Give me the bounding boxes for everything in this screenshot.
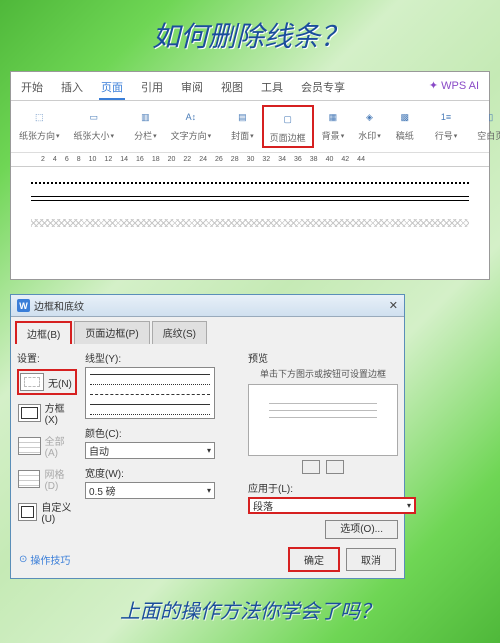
ribbon-tabs: 开始 插入 页面 引用 审阅 视图 工具 会员专享 ✦ WPS AI xyxy=(11,72,489,101)
applyto-select[interactable]: 段落▾ xyxy=(248,497,416,514)
watermark-button[interactable]: ◈水印▾ xyxy=(352,105,387,144)
tab-reference[interactable]: 引用 xyxy=(139,76,165,100)
dialog-tabs: 边框(B) 页面边框(P) 底纹(S) xyxy=(11,317,404,344)
setting-column: 设置: 无(N) 方框(X) 全部(A) 网格(D) 自定义(U) xyxy=(17,350,77,535)
color-select[interactable]: 自动▾ xyxy=(85,442,215,459)
watermark-icon: ◈ xyxy=(359,107,379,127)
background-icon: ▦ xyxy=(323,107,343,127)
blankpage-icon: ▯ xyxy=(481,107,500,127)
tab-border[interactable]: 边框(B) xyxy=(15,321,72,344)
manuscript-button[interactable]: ▩稿纸 xyxy=(389,105,421,144)
wps-window: 开始 插入 页面 引用 审阅 视图 工具 会员专享 ✦ WPS AI ⬚纸张方向… xyxy=(10,71,490,280)
background-button[interactable]: ▦背景▾ xyxy=(316,105,351,144)
preview-column: 预览 单击下方图示或按钮可设置边框 应用于(L): 段落▾ 选项(O)... xyxy=(248,350,398,535)
columns-icon: ▥ xyxy=(135,107,155,127)
dialog-footer: ⊙操作技巧 确定 取消 xyxy=(11,541,404,578)
dotted-line xyxy=(31,182,469,184)
orientation-button[interactable]: ⬚纸张方向▾ xyxy=(13,105,66,144)
papersize-button[interactable]: ▭纸张大小▾ xyxy=(68,105,121,144)
setting-label: 设置: xyxy=(17,350,77,365)
document-area2[interactable] xyxy=(11,249,489,279)
page-title: 如何删除线条？ xyxy=(0,0,500,63)
orientation-icon: ⬚ xyxy=(29,107,49,127)
cover-icon: ▤ xyxy=(232,107,252,127)
textdir-button[interactable]: A↕文字方向▾ xyxy=(165,105,218,144)
wps-icon: W xyxy=(17,299,30,312)
applyto-label: 应用于(L): xyxy=(248,480,398,495)
linenumber-button[interactable]: 1≡行号▾ xyxy=(429,105,464,144)
preview-hint: 单击下方图示或按钮可设置边框 xyxy=(248,367,398,380)
manuscript-icon: ▩ xyxy=(395,107,415,127)
tab-member[interactable]: 会员专享 xyxy=(299,76,347,100)
solid-line2 xyxy=(31,200,469,201)
tab-pageborder[interactable]: 页面边框(P) xyxy=(74,321,149,344)
papersize-icon: ▭ xyxy=(84,107,104,127)
solid-line xyxy=(31,196,469,197)
tips-link[interactable]: ⊙操作技巧 xyxy=(19,552,70,567)
opt-all[interactable]: 全部(A) xyxy=(17,431,77,461)
tab-review[interactable]: 审阅 xyxy=(179,76,205,100)
document-area[interactable] xyxy=(11,167,489,245)
footer-text: 上面的操作方法你学会了吗？ xyxy=(0,583,500,636)
columns-button[interactable]: ▥分栏▾ xyxy=(128,105,163,144)
wavy-line xyxy=(31,219,469,227)
preview-box[interactable] xyxy=(248,384,398,456)
lightbulb-icon: ⊙ xyxy=(19,554,27,565)
tab-page[interactable]: 页面 xyxy=(99,76,125,100)
tab-shading[interactable]: 底纹(S) xyxy=(152,321,207,344)
linetype-label: 线型(Y): xyxy=(85,350,240,365)
pageborder-button[interactable]: ▢页面边框 xyxy=(262,105,314,148)
cover-button[interactable]: ▤封面▾ xyxy=(225,105,260,144)
opt-box[interactable]: 方框(X) xyxy=(17,398,77,428)
tab-start[interactable]: 开始 xyxy=(19,76,45,100)
style-column: 线型(Y): 颜色(C): 自动▾ 宽度(W): 0.5 磅▾ xyxy=(85,350,240,535)
color-label: 颜色(C): xyxy=(85,425,240,440)
borders-dialog: W 边框和底纹 ✕ 边框(B) 页面边框(P) 底纹(S) 设置: 无(N) 方… xyxy=(10,294,405,579)
preview-btn1[interactable] xyxy=(302,460,320,474)
blankpage-button[interactable]: ▯空白页 xyxy=(471,105,500,144)
preview-label: 预览 xyxy=(248,350,398,365)
preview-btn2[interactable] xyxy=(326,460,344,474)
tab-tools[interactable]: 工具 xyxy=(259,76,285,100)
options-button[interactable]: 选项(O)... xyxy=(325,520,398,539)
linenumber-icon: 1≡ xyxy=(436,107,456,127)
dialog-title: 边框和底纹 xyxy=(34,298,84,313)
close-icon[interactable]: ✕ xyxy=(389,299,398,312)
tab-insert[interactable]: 插入 xyxy=(59,76,85,100)
pageborder-icon: ▢ xyxy=(278,109,298,129)
ruler: 2468101214161820222426283032343638404244 xyxy=(11,153,489,167)
width-label: 宽度(W): xyxy=(85,465,240,480)
ribbon-toolbar: ⬚纸张方向▾ ▭纸张大小▾ ▥分栏▾ A↕文字方向▾ ▤封面▾ ▢页面边框 ▦背… xyxy=(11,101,489,153)
opt-custom[interactable]: 自定义(U) xyxy=(17,497,77,527)
dialog-header[interactable]: W 边框和底纹 ✕ xyxy=(11,295,404,317)
linetype-select[interactable] xyxy=(85,367,215,419)
ok-button[interactable]: 确定 xyxy=(288,547,340,572)
textdir-icon: A↕ xyxy=(181,107,201,127)
wps-ai-button[interactable]: ✦ WPS AI xyxy=(427,76,481,100)
tab-view[interactable]: 视图 xyxy=(219,76,245,100)
width-select[interactable]: 0.5 磅▾ xyxy=(85,482,215,499)
opt-none[interactable]: 无(N) xyxy=(17,369,77,395)
opt-grid[interactable]: 网格(D) xyxy=(17,464,77,494)
cancel-button[interactable]: 取消 xyxy=(346,548,396,571)
